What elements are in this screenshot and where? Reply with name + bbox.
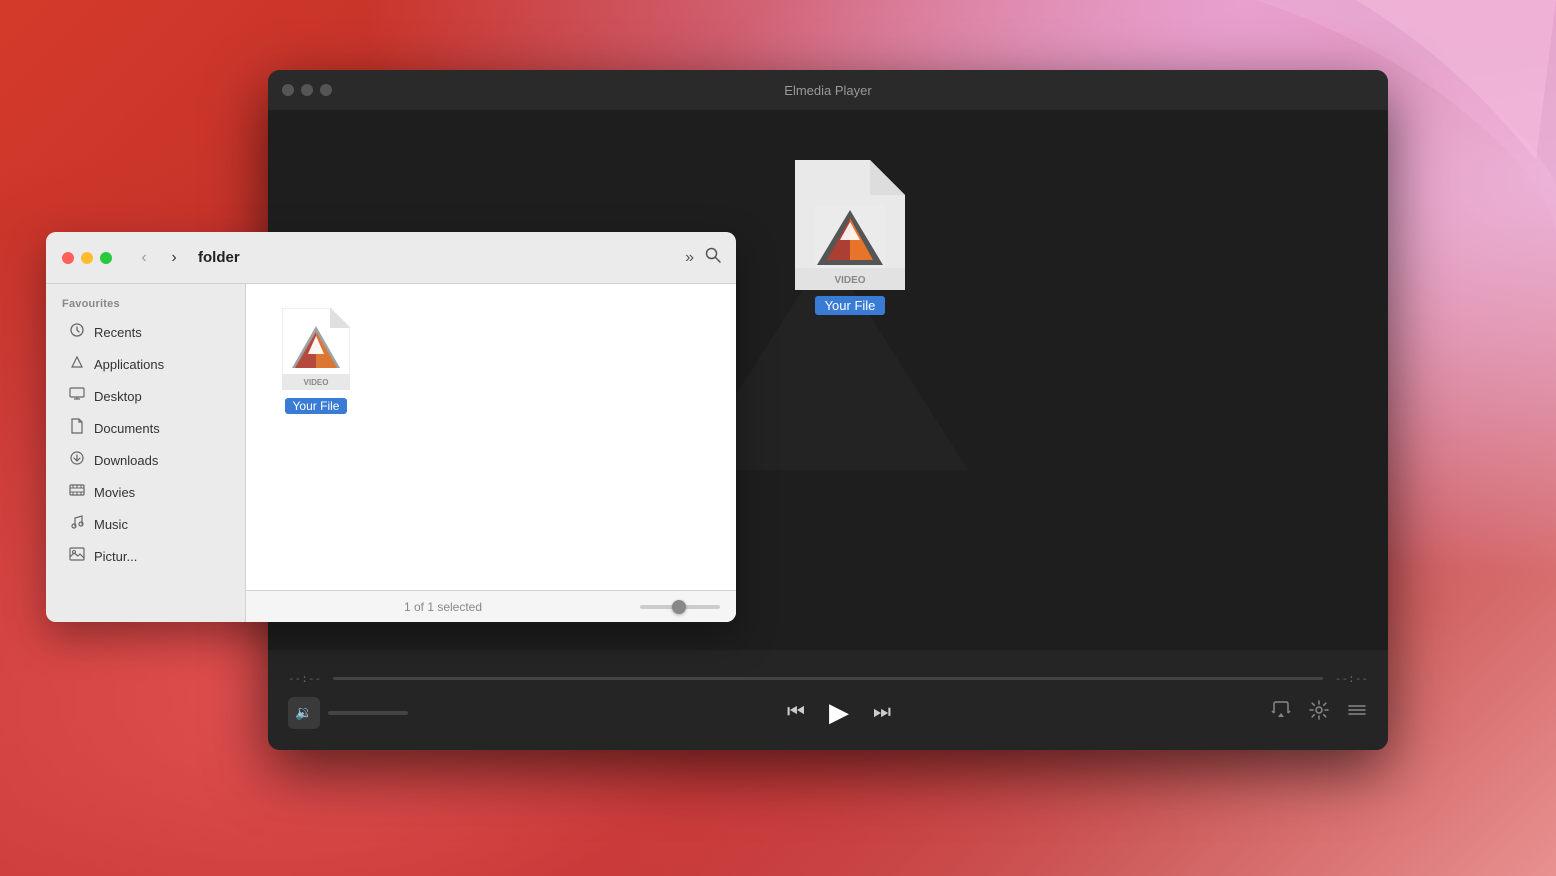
finder-body: Favourites Recents Applications Desktop: [46, 284, 736, 622]
player-file-label: Your File: [815, 296, 886, 315]
movies-icon: [68, 482, 86, 503]
volume-control: 🔉: [288, 697, 408, 729]
sidebar-item-recents[interactable]: Recents: [52, 317, 239, 348]
airplay-button[interactable]: [1270, 699, 1292, 726]
sidebar-label-music: Music: [94, 517, 128, 532]
player-traffic-lights: [282, 84, 332, 96]
finder-maximize-button[interactable]: [100, 252, 112, 264]
finder-path-title: folder: [198, 249, 240, 266]
controls-row: 🔉 ⏮ ▶ ⏭: [288, 697, 1368, 729]
settings-icon: [1308, 699, 1330, 721]
file-item-your-file[interactable]: VIDEO Your File: [266, 304, 366, 414]
sidebar-item-desktop[interactable]: Desktop: [52, 381, 239, 412]
downloads-icon: [68, 450, 86, 471]
volume-icon: 🔉: [295, 704, 312, 721]
file-icon-wrapper: VIDEO: [276, 304, 356, 394]
skip-back-button[interactable]: ⏮: [787, 701, 805, 724]
sidebar-label-desktop: Desktop: [94, 389, 142, 404]
finder-sidebar: Favourites Recents Applications Desktop: [46, 284, 246, 622]
sidebar-item-applications[interactable]: Applications: [52, 349, 239, 380]
nav-back-button[interactable]: ‹: [132, 246, 156, 270]
sidebar-item-documents[interactable]: Documents: [52, 413, 239, 444]
player-file-display: VIDEO Your File: [795, 160, 905, 315]
pictures-icon: [68, 546, 86, 567]
sidebar-label-pictures: Pictur...: [94, 549, 137, 564]
time-start: --:--: [288, 672, 321, 685]
sidebar-label-applications: Applications: [94, 357, 164, 372]
finder-statusbar: 1 of 1 selected: [246, 590, 736, 622]
finder-search-button[interactable]: [704, 246, 722, 269]
size-slider[interactable]: [640, 605, 720, 609]
finder-more-button[interactable]: »: [685, 249, 694, 267]
finder-minimize-button[interactable]: [81, 252, 93, 264]
right-controls: [1270, 699, 1368, 726]
finder-window: ‹ › folder » Favourites Recents: [46, 232, 736, 622]
player-minimize-button[interactable]: [301, 84, 313, 96]
finder-toolbar-right: »: [685, 246, 722, 269]
progress-bar-area: --:-- --:--: [288, 672, 1368, 685]
finder-main: VIDEO Your File 1 of 1 selected: [246, 284, 736, 622]
player-controls: --:-- --:-- 🔉 ⏮ ▶ ⏭: [268, 650, 1388, 750]
sidebar-section-favourites: Favourites: [46, 298, 245, 316]
playlist-button[interactable]: [1346, 699, 1368, 726]
settings-button[interactable]: [1308, 699, 1330, 726]
desktop-icon: [68, 386, 86, 407]
documents-icon: [68, 418, 86, 439]
sidebar-label-recents: Recents: [94, 325, 142, 340]
volume-button[interactable]: 🔉: [288, 697, 320, 729]
search-icon: [704, 246, 722, 264]
music-icon: [68, 514, 86, 535]
skip-forward-button[interactable]: ⏭: [873, 701, 891, 724]
player-close-button[interactable]: [282, 84, 294, 96]
sidebar-label-documents: Documents: [94, 421, 160, 436]
play-button[interactable]: ▶: [829, 697, 849, 728]
list-icon: [1346, 699, 1368, 721]
finder-status-text: 1 of 1 selected: [262, 600, 624, 614]
recents-icon: [68, 322, 86, 343]
sidebar-item-pictures[interactable]: Pictur...: [52, 541, 239, 572]
player-maximize-button[interactable]: [320, 84, 332, 96]
applications-icon: [68, 354, 86, 375]
volume-slider[interactable]: [328, 711, 408, 715]
player-titlebar: Elmedia Player: [268, 70, 1388, 110]
svg-text:VIDEO: VIDEO: [304, 378, 329, 387]
finder-titlebar: ‹ › folder »: [46, 232, 736, 284]
finder-traffic-lights: [62, 252, 112, 264]
finder-file-label: Your File: [285, 398, 348, 414]
sidebar-item-downloads[interactable]: Downloads: [52, 445, 239, 476]
sidebar-item-movies[interactable]: Movies: [52, 477, 239, 508]
sidebar-label-movies: Movies: [94, 485, 135, 500]
nav-forward-button[interactable]: ›: [162, 246, 186, 270]
svg-text:VIDEO: VIDEO: [834, 275, 865, 286]
progress-track[interactable]: [333, 677, 1323, 680]
size-slider-thumb: [672, 600, 686, 614]
finder-close-button[interactable]: [62, 252, 74, 264]
airplay-icon: [1270, 699, 1292, 721]
finder-nav: ‹ ›: [132, 246, 186, 270]
player-title: Elmedia Player: [784, 83, 871, 98]
finder-files: VIDEO Your File: [246, 284, 736, 590]
sidebar-item-music[interactable]: Music: [52, 509, 239, 540]
main-controls: ⏮ ▶ ⏭: [787, 697, 891, 728]
time-end: --:--: [1335, 672, 1368, 685]
file-icon-svg: VIDEO: [282, 308, 350, 390]
sidebar-label-downloads: Downloads: [94, 453, 158, 468]
player-file-icon: VIDEO: [795, 160, 905, 290]
